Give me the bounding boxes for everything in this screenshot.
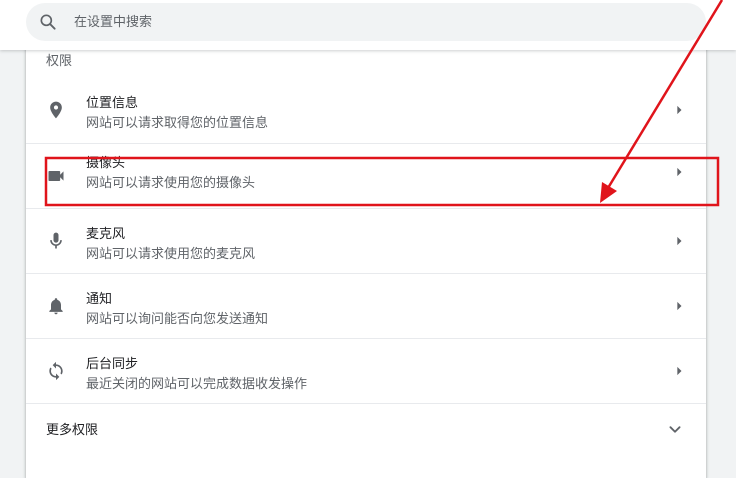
- search-icon: [38, 12, 58, 32]
- chevron-right-icon[interactable]: [669, 361, 689, 381]
- permission-description: 最近关闭的网站可以完成数据收发操作: [86, 377, 308, 392]
- microphone-icon: [46, 231, 66, 251]
- permission-title: 位置信息: [86, 96, 139, 111]
- search-input[interactable]: [72, 13, 636, 31]
- permission-row-microphone[interactable]: 麦克风 网站可以请求使用您的麦克风: [26, 208, 706, 272]
- chevron-down-icon[interactable]: [664, 418, 686, 440]
- permission-row-notifications[interactable]: 通知 网站可以询问能否向您发送通知: [26, 273, 706, 337]
- location-pin-icon: [46, 100, 66, 120]
- permission-description: 网站可以请求使用您的麦克风: [86, 247, 256, 262]
- more-permissions-toggle[interactable]: 更多权限: [26, 403, 706, 453]
- more-permissions-label: 更多权限: [46, 423, 99, 438]
- chevron-right-icon[interactable]: [669, 100, 689, 120]
- chevron-right-icon[interactable]: [669, 231, 689, 251]
- bell-icon: [46, 296, 66, 316]
- permissions-card: 权限 位置信息 网站可以请求取得您的位置信息 摄像头 网站可以请求使用您的摄像头: [26, 38, 706, 478]
- permission-row-camera[interactable]: 摄像头 网站可以请求使用您的摄像头: [26, 143, 706, 207]
- chevron-right-icon[interactable]: [669, 162, 689, 182]
- sync-icon: [46, 361, 66, 381]
- search-bar[interactable]: [26, 3, 706, 41]
- permission-title: 通知: [86, 292, 113, 307]
- permission-title: 麦克风: [86, 227, 126, 242]
- permission-row-location[interactable]: 位置信息 网站可以请求取得您的位置信息: [26, 78, 706, 142]
- chevron-right-icon[interactable]: [669, 296, 689, 316]
- permission-row-background-sync[interactable]: 后台同步 最近关闭的网站可以完成数据收发操作: [26, 338, 706, 402]
- camera-icon: [46, 166, 66, 186]
- settings-header: [0, 0, 736, 50]
- permission-description: 网站可以询问能否向您发送通知: [86, 312, 269, 327]
- permission-description: 网站可以请求取得您的位置信息: [86, 116, 269, 131]
- section-title: 权限: [46, 54, 73, 69]
- permission-title: 后台同步: [86, 357, 139, 372]
- permission-title: 摄像头: [86, 156, 126, 171]
- permission-description: 网站可以请求使用您的摄像头: [86, 176, 256, 191]
